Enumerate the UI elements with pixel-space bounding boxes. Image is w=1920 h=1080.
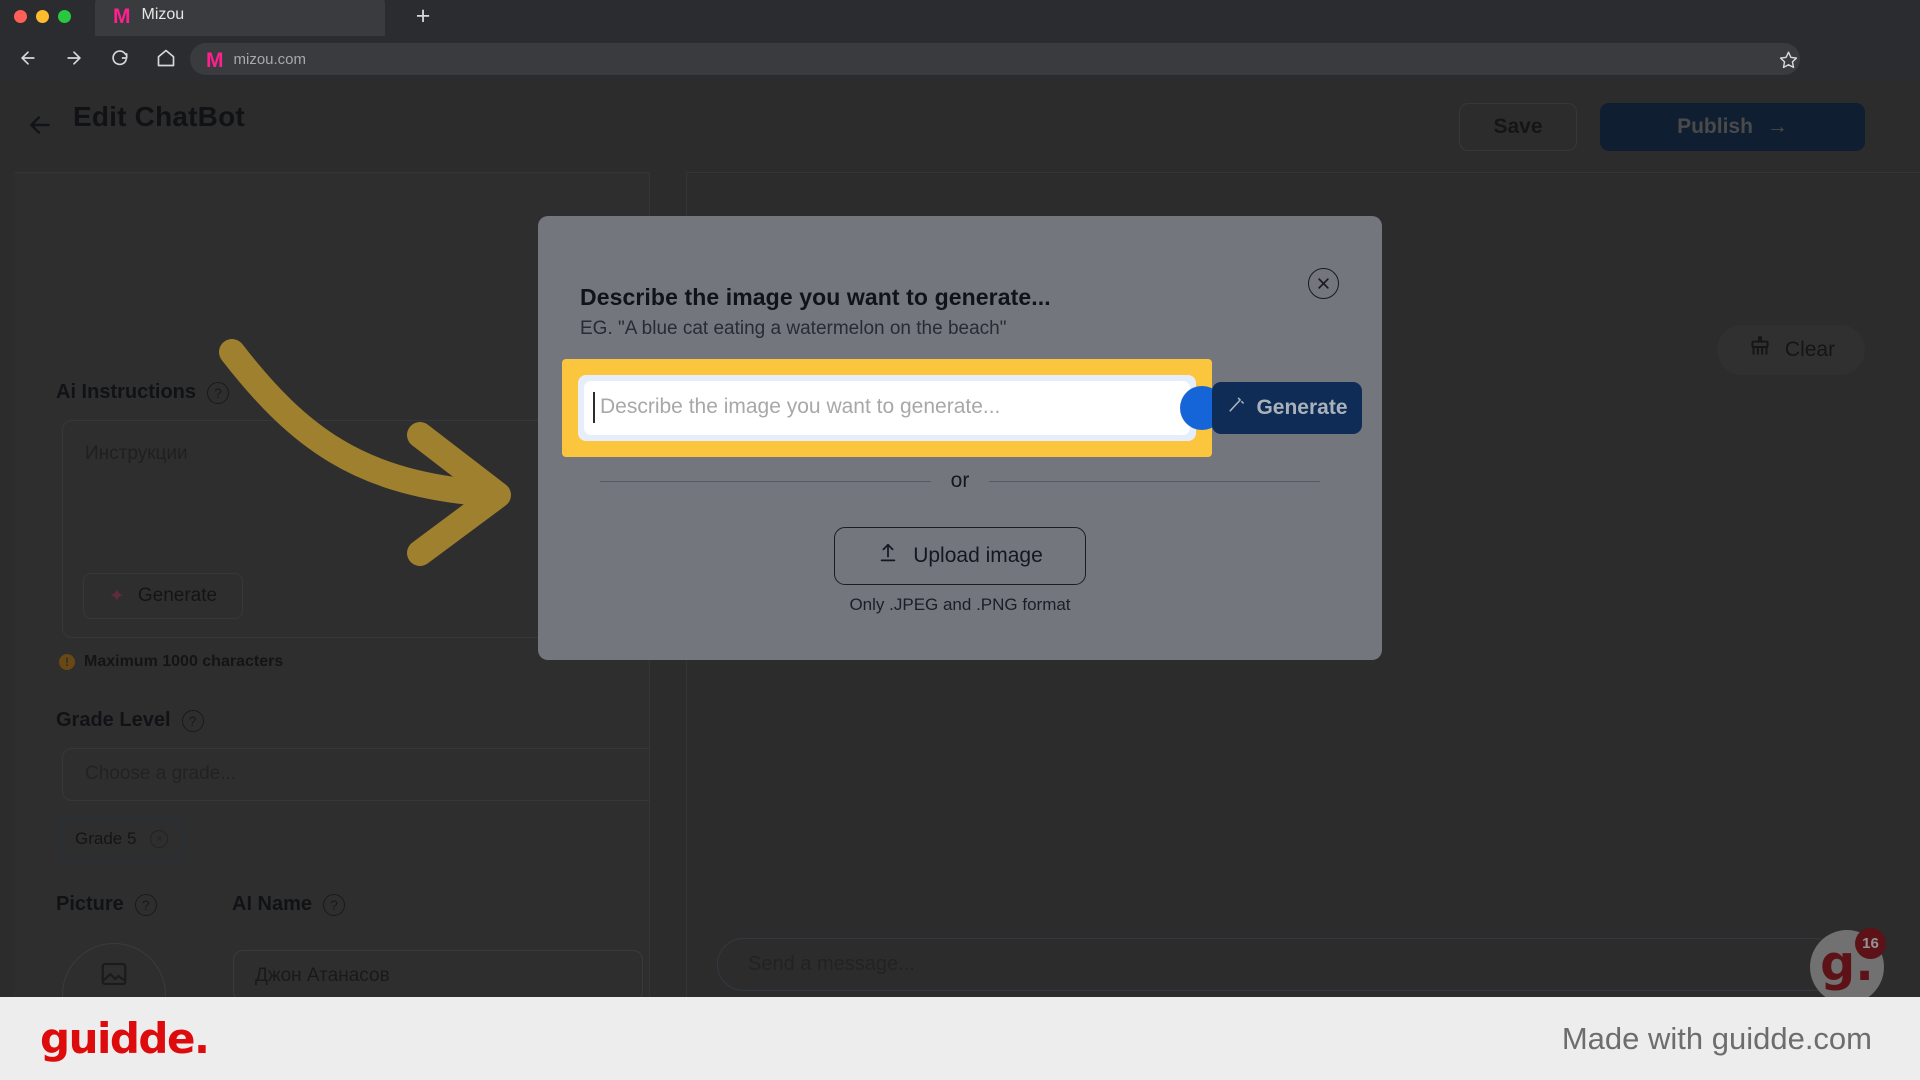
browser-navbar: M mizou.com: [0, 36, 1920, 105]
browser-tabstrip: M Mizou +: [0, 0, 1920, 36]
close-window-button[interactable]: [14, 10, 27, 23]
or-divider: or: [600, 469, 1320, 492]
divider-line-right: [989, 480, 1320, 482]
mizou-site-icon: M: [206, 48, 223, 72]
screen-root: M Mizou + M mizou.com Edit ChatBot Save …: [0, 0, 1920, 1080]
reload-icon[interactable]: [102, 40, 138, 76]
text-caret: [593, 392, 595, 423]
app-viewport: Edit ChatBot Save Publish → Ai Instructi…: [0, 80, 1920, 1069]
made-with-guidde-text: Made with guidde.com: [1561, 1021, 1872, 1056]
home-icon[interactable]: [148, 40, 184, 76]
forward-arrow-icon[interactable]: [56, 40, 92, 76]
minimize-window-button[interactable]: [36, 10, 49, 23]
browser-tab-title: Mizou: [141, 6, 185, 23]
browser-tab-mizou[interactable]: M Mizou: [95, 0, 385, 36]
back-arrow-icon[interactable]: [10, 40, 46, 76]
window-traffic-lights[interactable]: [14, 10, 71, 23]
divider-line-left: [600, 480, 931, 482]
modal-subtitle: EG. "A blue cat eating a watermelon on t…: [580, 318, 1007, 339]
browser-chrome: M Mizou + M mizou.com: [0, 0, 1920, 105]
close-icon[interactable]: [1308, 268, 1339, 299]
modal-generate-label: Generate: [1256, 396, 1348, 419]
guidde-footer: guidde. Made with guidde.com: [0, 997, 1920, 1080]
magic-wand-icon: [1226, 395, 1246, 421]
upload-image-button[interactable]: Upload image: [834, 527, 1086, 585]
guidde-wordmark: guidde.: [40, 1014, 210, 1063]
mizou-favicon-icon: M: [113, 4, 130, 28]
address-bar-url: mizou.com: [233, 50, 307, 68]
upload-image-label: Upload image: [913, 544, 1043, 567]
upload-arrow-icon: [877, 542, 899, 570]
new-tab-button[interactable]: +: [400, 0, 446, 36]
format-note: Only .JPEG and .PNG format: [849, 595, 1071, 614]
modal-title: Describe the image you want to generate.…: [580, 284, 1051, 310]
or-label: or: [950, 469, 970, 492]
maximize-window-button[interactable]: [58, 10, 71, 23]
star-icon[interactable]: [1774, 45, 1802, 73]
prompt-input-placeholder: Describe the image you want to generate.…: [600, 395, 1001, 418]
address-bar[interactable]: M mizou.com: [190, 43, 1800, 75]
modal-generate-button[interactable]: Generate: [1212, 382, 1362, 434]
